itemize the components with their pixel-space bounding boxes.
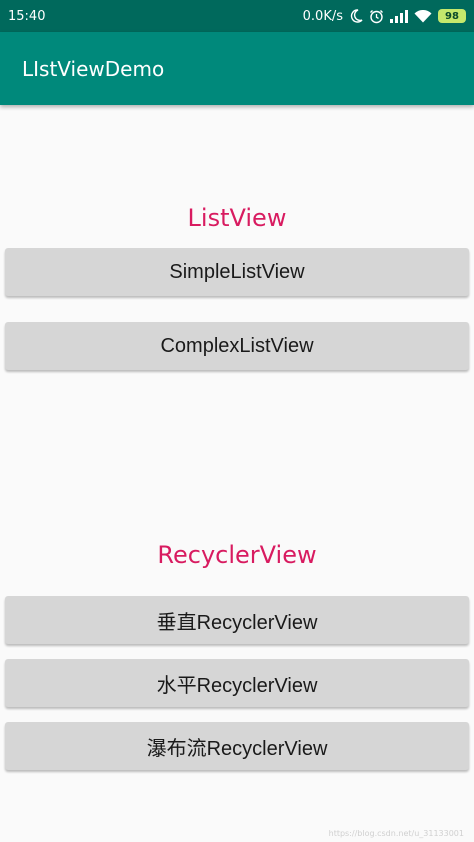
staggered-recyclerview-button[interactable]: 瀑布流RecyclerView (5, 722, 469, 770)
network-speed: 0.0K/s (302, 8, 343, 24)
wifi-icon (414, 9, 432, 23)
signal-icon (390, 9, 408, 23)
status-bar: 15:40 0.0K/s 98 (0, 0, 474, 32)
status-time: 15:40 (8, 8, 46, 24)
vertical-recyclerview-button[interactable]: 垂直RecyclerView (5, 596, 469, 644)
complex-listview-button[interactable]: ComplexListView (5, 322, 469, 370)
battery-icon: 98 (438, 9, 466, 23)
horizontal-recyclerview-button[interactable]: 水平RecyclerView (5, 659, 469, 707)
listview-section-title: ListView (187, 204, 287, 232)
moon-icon (349, 9, 363, 23)
recyclerview-section-title: RecyclerView (157, 541, 317, 569)
app-title: LIstViewDemo (22, 56, 165, 81)
alarm-icon (369, 9, 384, 24)
battery-level: 98 (445, 10, 459, 22)
simple-listview-button[interactable]: SimpleListView (5, 248, 469, 296)
watermark: https://blog.csdn.net/u_31133001 (328, 829, 464, 838)
app-bar: LIstViewDemo (0, 32, 474, 105)
